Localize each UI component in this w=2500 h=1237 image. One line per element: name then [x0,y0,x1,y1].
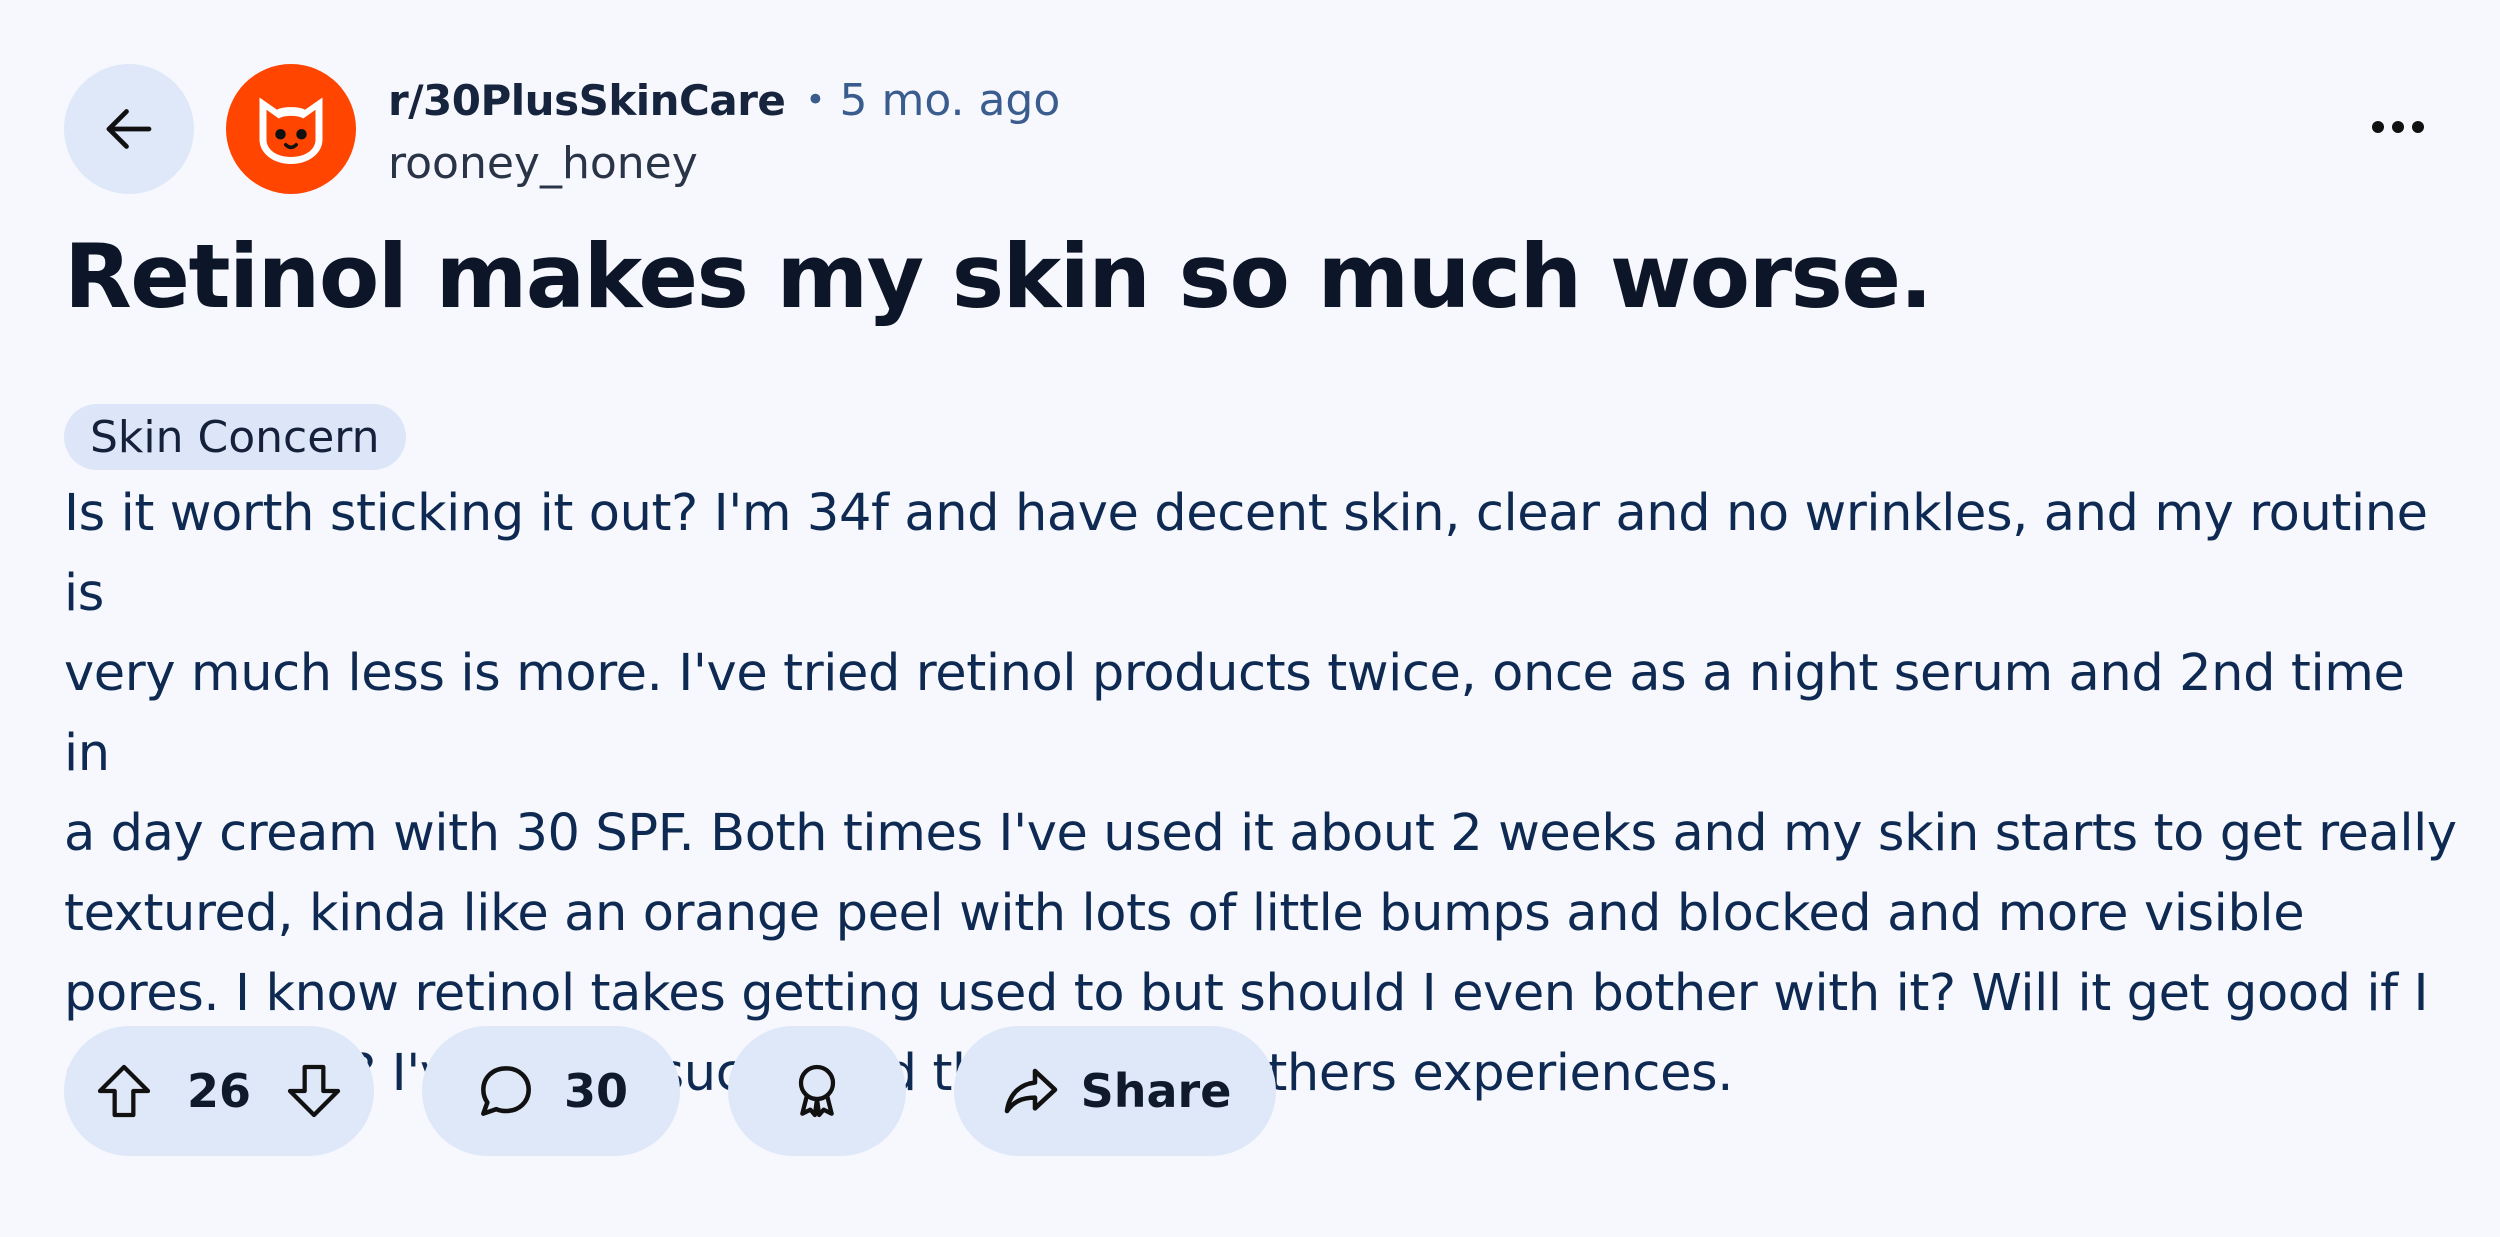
body-line: pores. I know retinol takes getting used… [64,964,2429,1023]
share-arrow-icon [1004,1068,1057,1114]
share-label: Share [1080,1064,1232,1118]
award-ribbon-icon [798,1064,836,1118]
post-title: Retinol makes my skin so much worse. [64,225,1933,328]
comment-count: 30 [563,1064,628,1118]
post-body: Is it worth sticking it out? I'm 34f and… [64,474,2464,1114]
body-line: a day cream with 30 SPF. Both times I've… [64,804,2457,863]
body-line: textured, kinda like an orange peel with… [64,884,2305,943]
share-button[interactable]: Share [954,1026,1276,1156]
back-button[interactable] [64,64,194,194]
downvote-button[interactable] [282,1059,346,1123]
arrow-up-icon [97,1064,151,1118]
post-flair[interactable]: Skin Concern [64,404,406,470]
vote-group: 26 [64,1026,374,1156]
upvote-button[interactable] [92,1059,156,1123]
body-line: very much less is more. I've tried retin… [64,644,2405,783]
arrow-down-icon [287,1064,341,1118]
subreddit-link[interactable]: r/30PlusSkinCare [388,76,786,125]
award-button[interactable] [728,1026,906,1156]
arrow-left-icon [106,109,152,149]
body-line: Is it worth sticking it out? I'm 34f and… [64,484,2428,623]
cat-face-icon [259,97,323,164]
speech-bubble-icon [481,1066,531,1116]
post-actions: 26 30 Share [64,1026,1276,1156]
vote-count: 26 [186,1064,251,1118]
ellipsis-icon [2372,121,2424,133]
subreddit-avatar[interactable] [226,64,356,194]
post-meta: r/30PlusSkinCare • 5 mo. ago rooney_hone… [388,68,1060,194]
author-link[interactable]: rooney_honey [388,132,1060,194]
more-options-button[interactable] [2358,102,2438,152]
meta-separator: • [805,80,826,120]
comments-button[interactable]: 30 [422,1026,680,1156]
post-age: 5 mo. ago [839,74,1061,126]
